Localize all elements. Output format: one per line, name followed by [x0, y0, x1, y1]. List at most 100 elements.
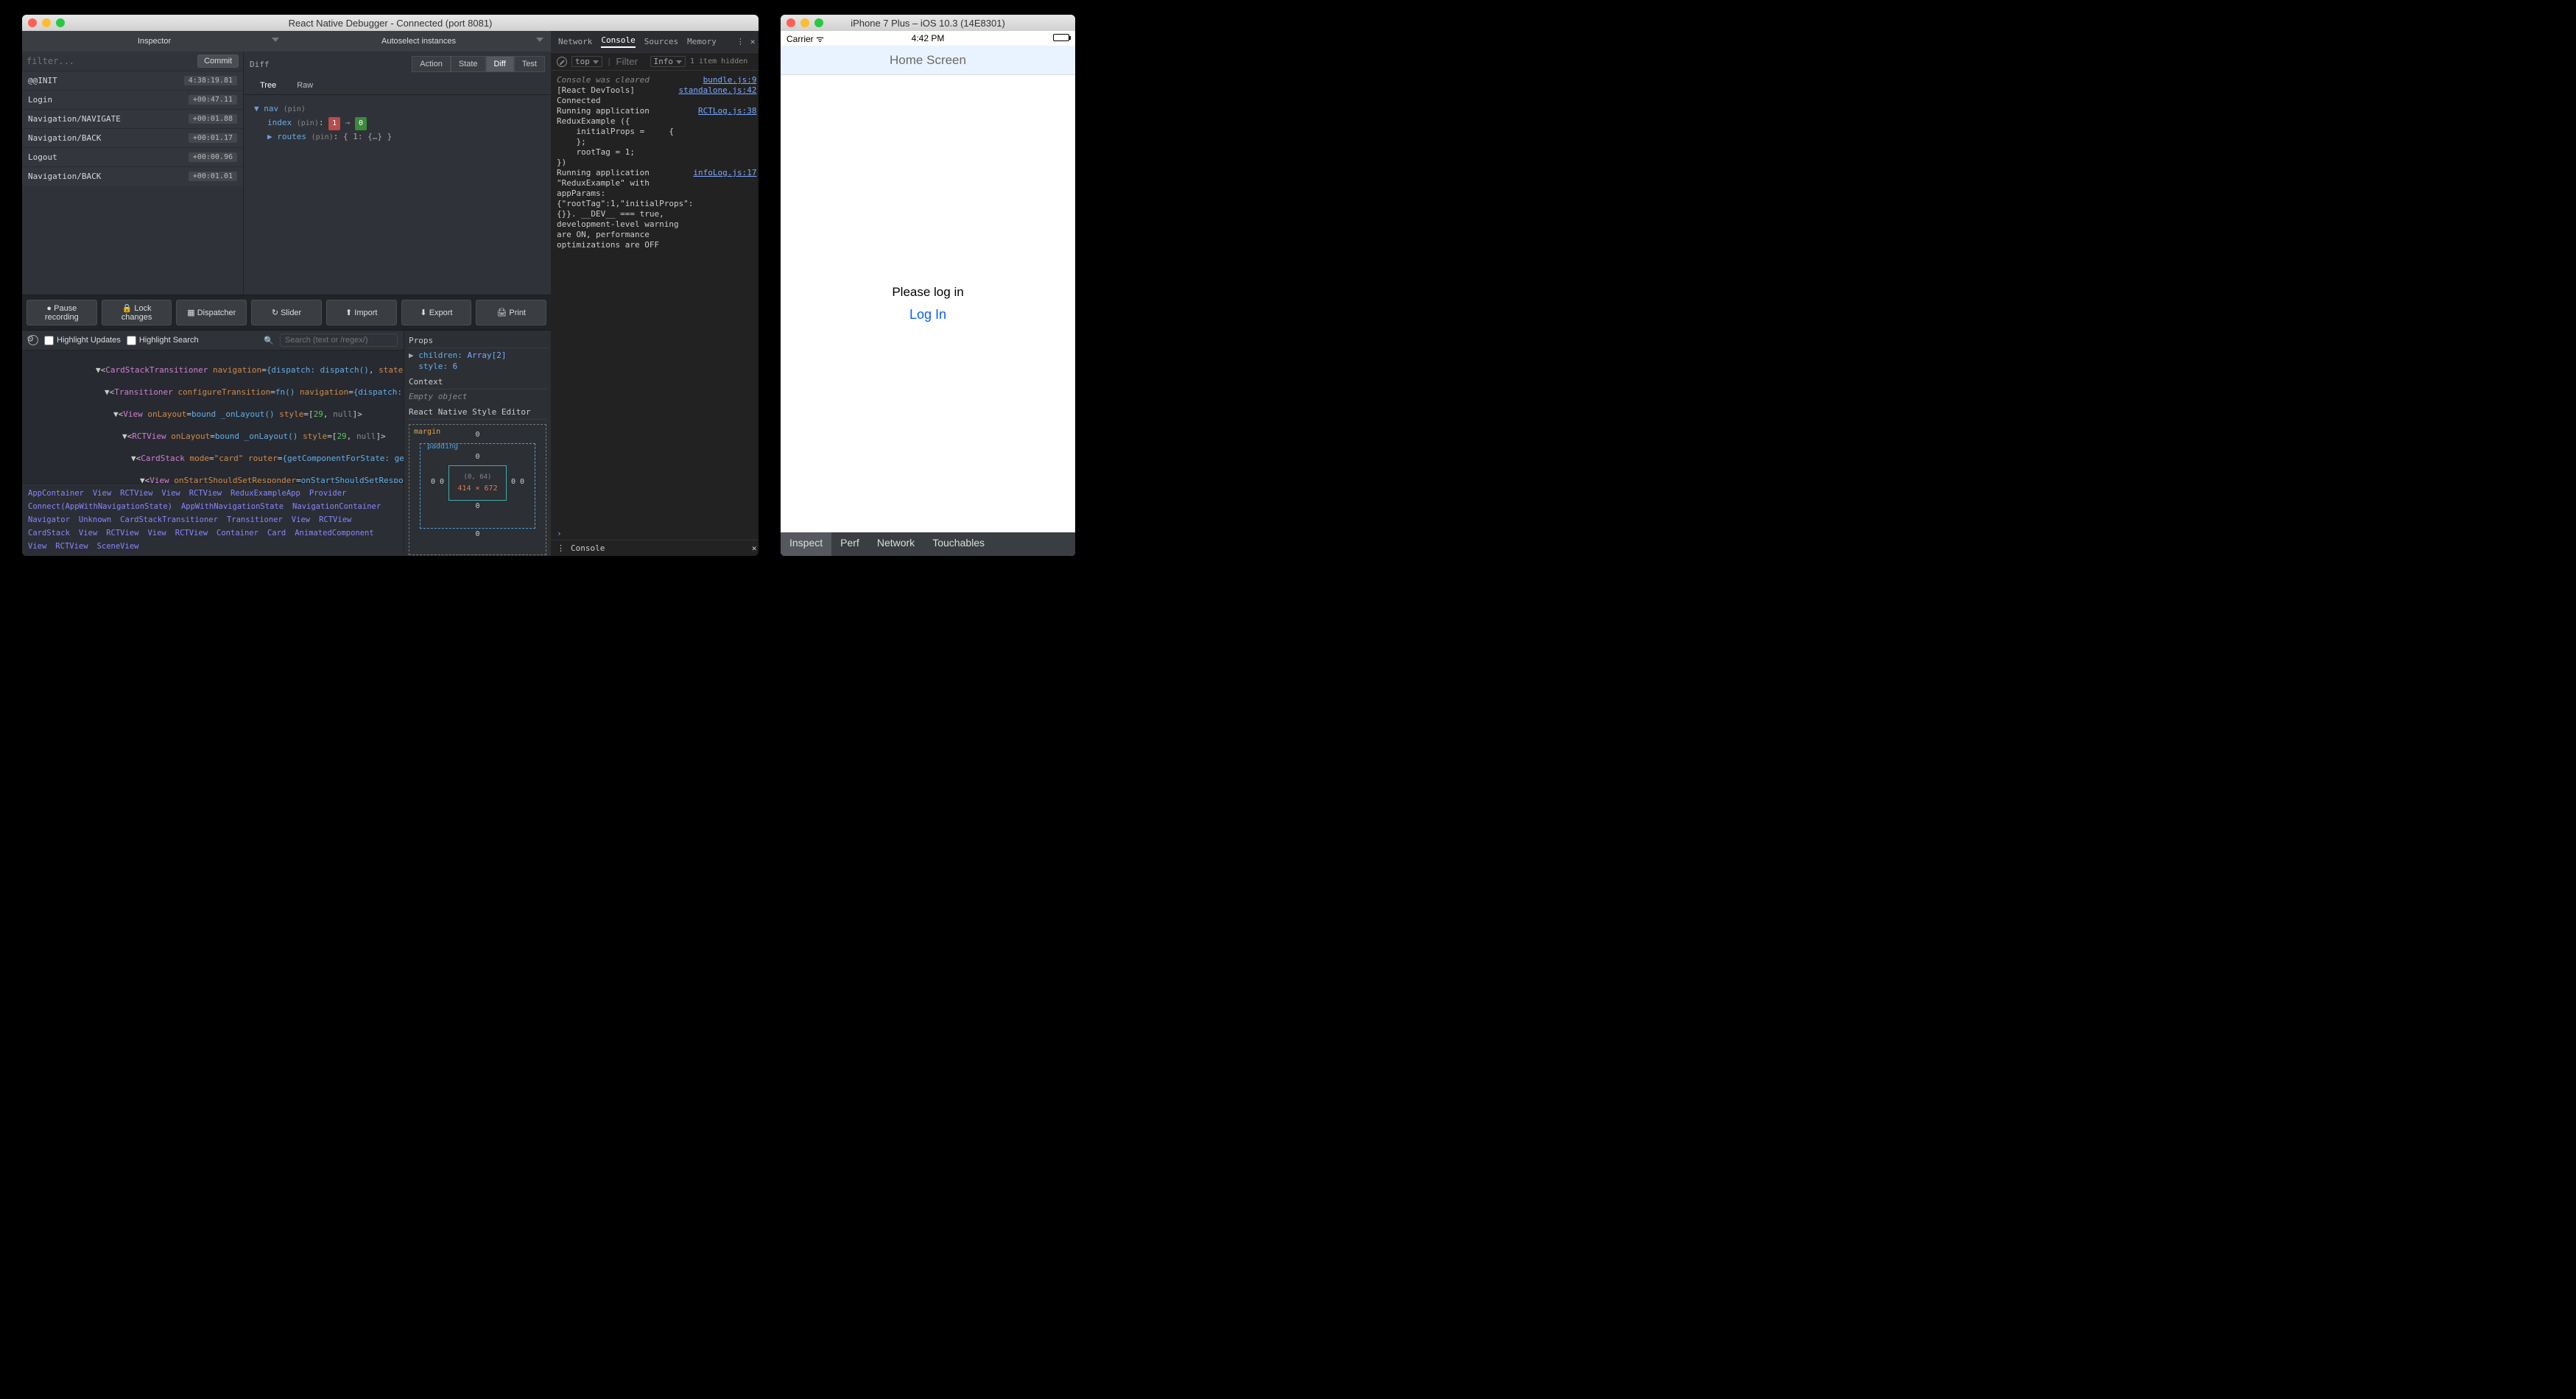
- devtools-tab-console[interactable]: Console: [601, 35, 635, 48]
- breadcrumb-item[interactable]: Connect(AppWithNavigationState): [28, 500, 172, 513]
- action-row[interactable]: Navigation/BACK+00:01.17: [22, 128, 243, 147]
- breadcrumb-item[interactable]: RCTView: [175, 526, 208, 540]
- source-link[interactable]: infoLog.js:17: [693, 168, 756, 250]
- login-message: Please log in: [892, 285, 963, 300]
- breadcrumb-item[interactable]: CardStack: [28, 526, 70, 540]
- source-link[interactable]: bundle.js:9: [703, 75, 757, 85]
- highlight-search-toggle[interactable]: Highlight Search: [127, 336, 199, 345]
- breadcrumb-item[interactable]: Unknown: [79, 513, 111, 526]
- breadcrumb-item[interactable]: AnimatedComponent: [295, 526, 373, 540]
- log-level-select[interactable]: Info: [650, 56, 686, 67]
- inspector-tab-perf[interactable]: Perf: [831, 532, 868, 556]
- debugger-titlebar[interactable]: React Native Debugger - Connected (port …: [22, 15, 759, 31]
- clear-console-icon[interactable]: [557, 57, 567, 67]
- simulator-titlebar[interactable]: iPhone 7 Plus – iOS 10.3 (14E8301): [781, 15, 1075, 31]
- diff-tab-action[interactable]: Action: [412, 56, 451, 72]
- console-filter-input[interactable]: [616, 56, 646, 67]
- breadcrumb-item[interactable]: RCTView: [106, 526, 138, 540]
- breadcrumb-item[interactable]: RCTView: [120, 487, 152, 500]
- breadcrumb-item[interactable]: Card: [267, 526, 286, 540]
- diff-subtab-raw[interactable]: Raw: [286, 77, 323, 94]
- action-row[interactable]: Navigation/BACK+00:01.01: [22, 166, 243, 186]
- breadcrumb-item[interactable]: View: [292, 513, 310, 526]
- diff-tab-test[interactable]: Test: [514, 56, 545, 72]
- kebab-icon[interactable]: ⋮: [557, 543, 565, 553]
- close-icon[interactable]: [786, 18, 795, 27]
- breadcrumb-item[interactable]: Container: [217, 526, 258, 540]
- highlight-updates-toggle[interactable]: Highlight Updates: [44, 336, 121, 345]
- devtools-tab-memory[interactable]: Memory: [687, 37, 717, 46]
- box-model[interactable]: margin 0 padding 0 0 0 (0, 64) 414 × 672…: [409, 424, 546, 555]
- breadcrumb-item[interactable]: AppContainer: [28, 487, 84, 500]
- commit-button[interactable]: Commit: [197, 54, 239, 68]
- login-button[interactable]: Log In: [909, 307, 946, 323]
- breadcrumb-item[interactable]: View: [147, 526, 166, 540]
- zoom-icon[interactable]: [56, 18, 65, 27]
- redux-toolbar: ● Pause recording 🔒 Lock changes ▦ Dispa…: [22, 295, 551, 331]
- drawer-tab-console[interactable]: Console: [571, 543, 605, 553]
- breadcrumb-item[interactable]: View: [161, 487, 180, 500]
- breadcrumb-item[interactable]: CardStackTransitioner: [120, 513, 218, 526]
- dispatcher-button[interactable]: ▦ Dispatcher: [176, 300, 247, 325]
- breadcrumb[interactable]: AppContainerViewRCTViewViewRCTViewReduxE…: [22, 483, 404, 556]
- action-row[interactable]: Logout+00:00.96: [22, 147, 243, 166]
- tab-autoselect[interactable]: Autoselect instances: [286, 31, 551, 52]
- import-button[interactable]: ⬆ Import: [326, 300, 397, 325]
- chevron-down-icon[interactable]: [536, 38, 543, 42]
- breadcrumb-item[interactable]: View: [79, 526, 97, 540]
- breadcrumb-item[interactable]: ReduxExampleApp: [230, 487, 300, 500]
- action-row[interactable]: Navigation/NAVIGATE+00:01.88: [22, 109, 243, 128]
- breadcrumb-item[interactable]: SceneView: [97, 540, 139, 553]
- inspector-tab-network[interactable]: Network: [868, 532, 923, 556]
- devtools-tab-sources[interactable]: Sources: [644, 37, 678, 46]
- breadcrumb-item[interactable]: View: [28, 540, 46, 553]
- action-row[interactable]: Login+00:47.11: [22, 90, 243, 109]
- console-output[interactable]: Console was clearedbundle.js:9[React Dev…: [551, 71, 759, 527]
- minimize-icon[interactable]: [42, 18, 51, 27]
- props-children[interactable]: Array[2]: [467, 350, 506, 360]
- component-tree[interactable]: ▼<CardStackTransitioner navigation={disp…: [22, 350, 404, 483]
- inspector-tab-inspect[interactable]: Inspect: [781, 532, 831, 556]
- breadcrumb-item[interactable]: RCTView: [319, 513, 351, 526]
- breadcrumb-item[interactable]: Navigator: [28, 513, 70, 526]
- diff-routes-key[interactable]: routes: [277, 132, 306, 141]
- diff-tab-state[interactable]: State: [451, 56, 486, 72]
- breadcrumb-item[interactable]: RCTView: [55, 540, 88, 553]
- diff-new-value: 0: [355, 117, 367, 130]
- close-icon[interactable]: [28, 18, 37, 27]
- props-style[interactable]: 6: [453, 362, 458, 371]
- close-devtools-icon[interactable]: ✕: [750, 37, 756, 46]
- breadcrumb-item[interactable]: AppWithNavigationState: [181, 500, 284, 513]
- devtools-tab-network[interactable]: Network: [558, 37, 592, 46]
- action-row[interactable]: @@INIT4:38:19.81: [22, 71, 243, 90]
- tree-search-input[interactable]: [280, 334, 398, 347]
- context-select[interactable]: top: [571, 56, 602, 67]
- gear-icon[interactable]: [28, 335, 38, 345]
- minimize-icon[interactable]: [800, 18, 809, 27]
- source-link[interactable]: RCTLog.js:38: [698, 106, 756, 168]
- breadcrumb-item[interactable]: RCTView: [189, 487, 222, 500]
- print-button[interactable]: 🖨 Print: [476, 300, 546, 325]
- breadcrumb-item[interactable]: Provider: [309, 487, 347, 500]
- lock-changes-button[interactable]: 🔒 Lock changes: [102, 300, 172, 325]
- breadcrumb-item[interactable]: NavigationContainer: [292, 500, 381, 513]
- inspector-tab-touchables[interactable]: Touchables: [923, 532, 993, 556]
- diff-subtab-tree[interactable]: Tree: [250, 77, 286, 94]
- export-button[interactable]: ⬇ Export: [401, 300, 472, 325]
- console-prompt[interactable]: ›: [551, 527, 759, 540]
- diff-tab-diff[interactable]: Diff: [486, 56, 514, 72]
- pause-recording-button[interactable]: ● Pause recording: [27, 300, 97, 325]
- filter-input[interactable]: [27, 56, 193, 66]
- chevron-down-icon[interactable]: [272, 38, 279, 42]
- console-line: Running application ReduxExample ({ init…: [557, 106, 757, 168]
- zoom-icon[interactable]: [814, 18, 823, 27]
- slider-button[interactable]: ↻ Slider: [251, 300, 322, 325]
- props-title: Props: [409, 335, 546, 348]
- kebab-icon[interactable]: ⋮: [736, 37, 745, 46]
- diff-nav[interactable]: nav: [264, 104, 278, 113]
- tab-inspector[interactable]: Inspector: [22, 31, 286, 52]
- breadcrumb-item[interactable]: Transitioner: [227, 513, 283, 526]
- breadcrumb-item[interactable]: View: [93, 487, 111, 500]
- close-drawer-icon[interactable]: ✕: [752, 543, 757, 553]
- source-link[interactable]: standalone.js:42: [679, 85, 757, 106]
